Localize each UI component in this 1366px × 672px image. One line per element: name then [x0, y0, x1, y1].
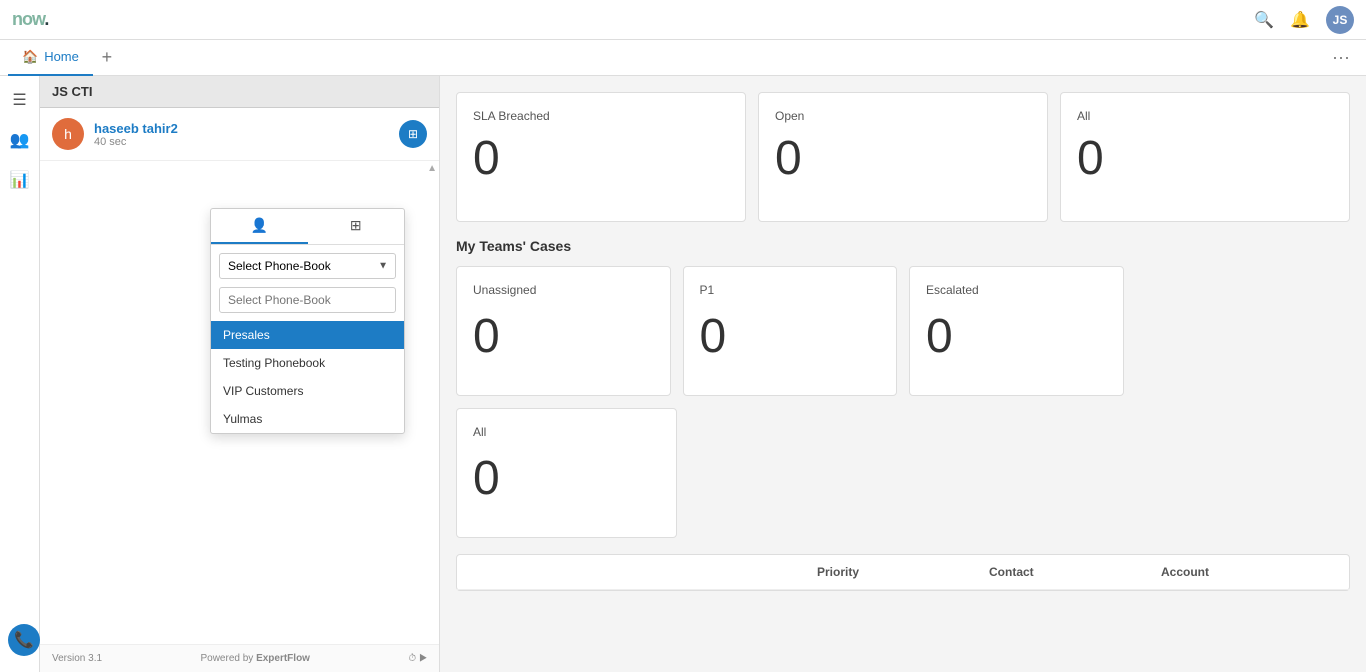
teams-section: My Teams' Cases Unassigned 0 P1 0 Escala…	[456, 238, 1350, 538]
tab-home[interactable]: 🏠 Home	[8, 40, 93, 76]
app-logo: now.	[12, 9, 48, 30]
col-header-account: Account	[1161, 565, 1333, 579]
list-item-testing[interactable]: Testing Phonebook	[211, 349, 404, 377]
unassigned-value: 0	[473, 309, 654, 364]
top-nav: now. 🔍 🔔 JS	[0, 0, 1366, 40]
sidebar-users-icon[interactable]: 👥	[4, 124, 36, 156]
search-icon[interactable]: 🔍	[1254, 10, 1274, 30]
stat-open-title: Open	[775, 109, 1031, 123]
phone-book-list: Presales Testing Phonebook VIP Customers…	[211, 321, 404, 433]
list-item-presales[interactable]: Presales	[211, 321, 404, 349]
phone-fab-button[interactable]: 📞	[8, 624, 40, 656]
phone-book-search-input[interactable]	[219, 287, 396, 313]
caller-details: haseeb tahir2 40 sec	[94, 121, 178, 148]
unassigned-title: Unassigned	[473, 283, 654, 297]
teams-grid-row1: Unassigned 0 P1 0 Escalated 0	[456, 266, 1350, 396]
teams-row2: All 0	[456, 408, 1350, 538]
home-icon: 🏠	[22, 49, 38, 65]
team-card-all: All 0	[456, 408, 677, 538]
stat-all-title: All	[1077, 109, 1333, 123]
stat-card-breached: SLA Breached 0	[456, 92, 746, 222]
main-content: JS CTI ▲ h haseeb tahir2 40 sec ⊞ 👤	[40, 76, 1366, 672]
list-item-yulmas[interactable]: Yulmas	[211, 405, 404, 433]
table-header: Priority Contact Account	[457, 555, 1349, 590]
caller-badge-button[interactable]: ⊞	[399, 120, 427, 148]
escalated-value: 0	[926, 309, 1107, 364]
caller-info: h haseeb tahir2 40 sec	[52, 118, 178, 150]
col-header-contact: Contact	[989, 565, 1161, 579]
caller-time: 40 sec	[94, 136, 178, 148]
teams-all-title: All	[473, 425, 660, 439]
phone-book-select[interactable]: Select Phone-Book Presales Testing Phone…	[219, 253, 396, 279]
brand-name: ExpertFlow	[256, 653, 310, 664]
select-wrapper: Select Phone-Book Presales Testing Phone…	[211, 245, 404, 287]
caller-avatar: h	[52, 118, 84, 150]
stat-breached-value: 0	[473, 135, 729, 183]
escalated-title: Escalated	[926, 283, 1107, 297]
teams-all-value: 0	[473, 451, 660, 506]
cti-title: JS CTI	[52, 84, 92, 99]
tab-more-button[interactable]: ···	[1324, 47, 1358, 68]
stat-all-value: 0	[1077, 135, 1333, 183]
tab-add-button[interactable]: +	[93, 44, 121, 72]
team-card-unassigned: Unassigned 0	[456, 266, 671, 396]
dropdown-tab-person[interactable]: 👤	[211, 209, 308, 244]
col-header-name	[473, 565, 817, 579]
team-card-escalated: Escalated 0	[909, 266, 1124, 396]
bell-icon[interactable]: 🔔	[1290, 10, 1310, 30]
teams-section-title: My Teams' Cases	[456, 238, 1350, 254]
logo-text: now	[12, 9, 44, 29]
bottom-section: Priority Contact Account	[456, 554, 1350, 591]
stat-card-all: All 0	[1060, 92, 1350, 222]
cti-footer: Version 3.1 Powered by ExpertFlow ⏱ ▶	[40, 644, 439, 672]
sidebar-analytics-icon[interactable]: 📊	[4, 164, 36, 196]
phone-book-dropdown: 👤 ⊞ Select Phone-Book Presales Testing P…	[210, 208, 405, 434]
stat-breached-title: SLA Breached	[473, 109, 729, 123]
cti-panel: JS CTI ▲ h haseeb tahir2 40 sec ⊞ 👤	[40, 76, 440, 672]
dropdown-tab-grid[interactable]: ⊞	[308, 209, 405, 244]
caller-bar: h haseeb tahir2 40 sec ⊞	[40, 108, 439, 161]
dropdown-tabs: 👤 ⊞	[211, 209, 404, 245]
tab-bar: 🏠 Home + ···	[0, 40, 1366, 76]
stat-open-value: 0	[775, 135, 1031, 183]
powered-by-text: Powered by ExpertFlow	[200, 653, 310, 664]
sidebar-menu-icon[interactable]: ☰	[4, 84, 36, 116]
tab-home-label: Home	[44, 49, 79, 64]
version-text: Version 3.1	[52, 653, 102, 664]
list-item-vip[interactable]: VIP Customers	[211, 377, 404, 405]
user-avatar[interactable]: JS	[1326, 6, 1354, 34]
left-sidebar: ☰ 👥 📊	[0, 76, 40, 672]
scroll-indicator: ▲	[427, 163, 437, 174]
p1-title: P1	[700, 283, 881, 297]
team-card-p1: P1 0	[683, 266, 898, 396]
stats-grid: SLA Breached 0 Open 0 All 0	[456, 92, 1350, 222]
cti-header: JS CTI	[40, 76, 439, 108]
top-nav-right: 🔍 🔔 JS	[1254, 6, 1354, 34]
cti-body: ▲ h haseeb tahir2 40 sec ⊞ 👤 ⊞	[40, 108, 439, 644]
p1-value: 0	[700, 309, 881, 364]
content-area: SLA Breached 0 Open 0 All 0 My Teams' Ca…	[440, 76, 1366, 672]
caller-name: haseeb tahir2	[94, 121, 178, 136]
col-header-priority: Priority	[817, 565, 989, 579]
footer-icons: ⏱ ▶	[408, 653, 427, 664]
stat-card-open: Open 0	[758, 92, 1048, 222]
